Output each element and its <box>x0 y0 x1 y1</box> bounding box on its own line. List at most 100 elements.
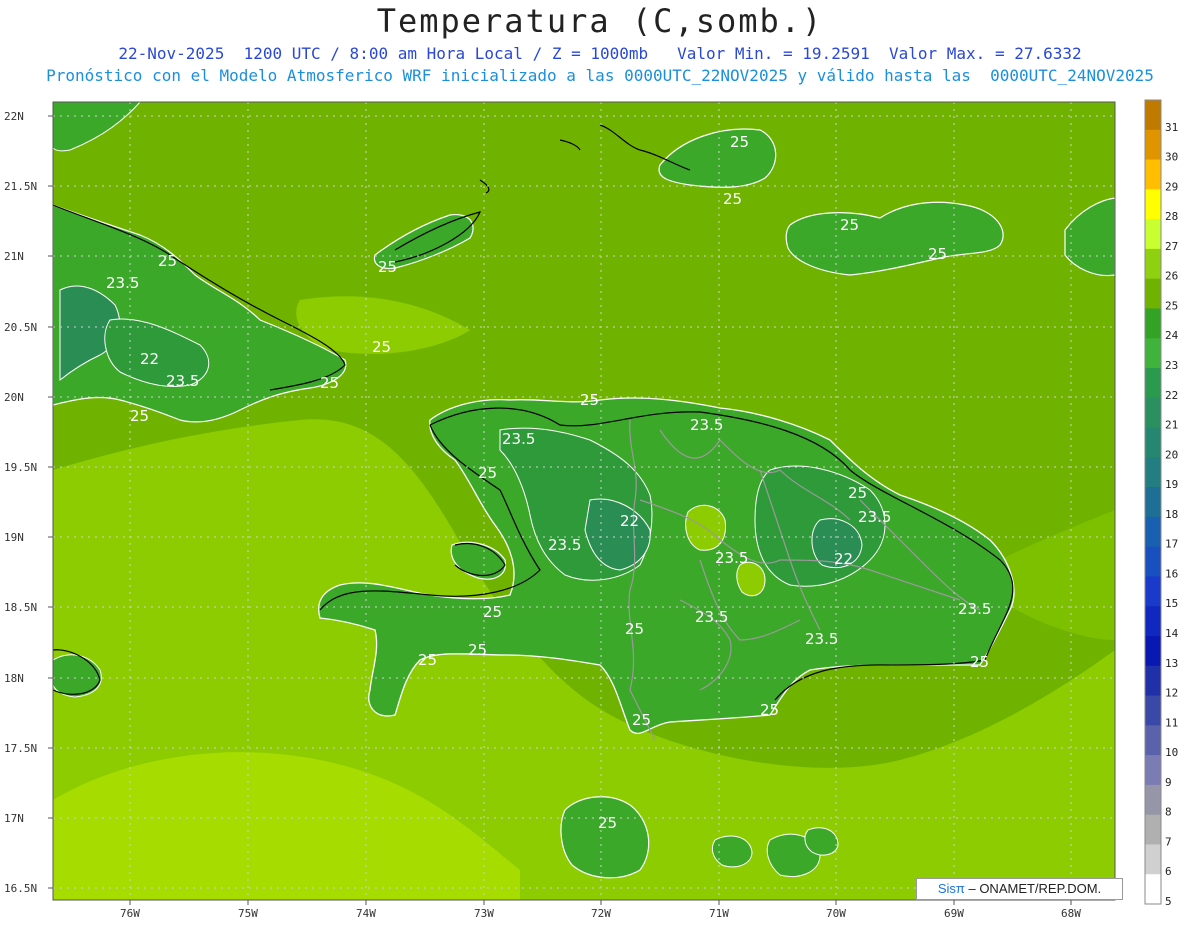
contour-label: 23.5 <box>695 608 728 626</box>
sispi-logo: Sisπ <box>937 881 965 896</box>
lon-tick-label: 72W <box>591 907 611 920</box>
contour-label: 25 <box>625 620 644 638</box>
contour-label: 25 <box>320 374 339 392</box>
lon-tick-marks <box>129 900 1072 905</box>
lat-tick-label: 19N <box>4 531 24 544</box>
contour-label: 25 <box>418 651 437 669</box>
colorbar-swatch <box>1145 397 1161 429</box>
colorbar: 31 30 29 28 27 26 25 24 23 22 21 20 19 18 17 16 15 14 13 12… <box>1144 99 1179 908</box>
colorbar-swatch <box>1145 368 1161 399</box>
contour-label: 25 <box>970 653 989 671</box>
colorbar-label: 26 <box>1165 270 1178 283</box>
lat-tick-label: 20.5N <box>4 321 37 334</box>
colorbar-label: 10 <box>1165 746 1178 759</box>
lon-tick-label: 68W <box>1061 907 1081 920</box>
contour-label: 23.5 <box>805 630 838 648</box>
colorbar-label: 6 <box>1165 865 1172 878</box>
colorbar-swatch <box>1145 606 1161 637</box>
lon-tick-label: 69W <box>944 907 964 920</box>
colorbar-label: 25 <box>1165 299 1178 312</box>
colorbar-label: 13 <box>1165 657 1178 670</box>
contour-label: 23.5 <box>958 600 991 618</box>
colorbar-label: 18 <box>1165 508 1178 521</box>
lat-tick-label: 18.5N <box>4 601 37 614</box>
lat-tick-label: 21N <box>4 250 24 263</box>
colorbar-label: 7 <box>1165 835 1172 848</box>
lat-tick-label: 17.5N <box>4 742 37 755</box>
credit-box: Sisπ – ONAMET/REP.DOM. <box>916 878 1123 900</box>
contour-label: 25 <box>158 252 177 270</box>
contour-label: 25 <box>478 464 497 482</box>
colorbar-label: 11 <box>1165 716 1178 729</box>
contour-label: 23.5 <box>106 274 139 292</box>
south-sea-patch-2 <box>711 835 753 868</box>
contour-label: 22 <box>620 512 639 530</box>
contour-label: 22 <box>834 550 853 568</box>
colorbar-swatch <box>1145 427 1161 458</box>
map-plot-area: 25 25 25 25 25 25 25 23.5 22 23.5 25 25 … <box>53 102 1115 900</box>
credit-text: – ONAMET/REP.DOM. <box>964 881 1102 896</box>
colorbar-swatch <box>1145 755 1161 786</box>
colorbar-label: 30 <box>1165 151 1178 164</box>
contour-label: 25 <box>760 701 779 719</box>
lon-tick-label: 74W <box>356 907 376 920</box>
contour-label: 22 <box>140 350 159 368</box>
colorbar-swatch <box>1145 100 1161 131</box>
colorbar-swatch <box>1145 457 1161 488</box>
colorbar-label: 8 <box>1165 806 1172 819</box>
contour-label: 25 <box>730 133 749 151</box>
lon-tick-label: 71W <box>709 907 729 920</box>
lat-tick-label: 21.5N <box>4 180 37 193</box>
colorbar-label: 27 <box>1165 240 1178 253</box>
colorbar-swatch <box>1145 695 1161 726</box>
colorbar-swatch <box>1145 219 1161 250</box>
colorbar-label: 29 <box>1165 180 1178 193</box>
contour-label: 25 <box>130 407 149 425</box>
colorbar-swatch <box>1145 725 1161 756</box>
colorbar-swatch <box>1145 338 1161 369</box>
contour-label: 25 <box>580 391 599 409</box>
lon-tick-label: 73W <box>474 907 494 920</box>
contour-label: 25 <box>928 245 947 263</box>
lat-tick-marks <box>48 115 53 889</box>
colorbar-swatch <box>1145 784 1161 816</box>
lat-tick-label: 19.5N <box>4 461 37 474</box>
colorbar-swatch <box>1145 576 1161 607</box>
colorbar-swatch <box>1145 844 1161 875</box>
colorbar-label: 19 <box>1165 478 1178 491</box>
temperature-map: 25 25 25 25 25 25 25 23.5 22 23.5 25 25 … <box>4 99 1179 920</box>
colorbar-swatch <box>1145 665 1161 697</box>
cordillera-warm-patch-2 <box>736 561 766 597</box>
contour-label: 25 <box>723 190 742 208</box>
colorbar-swatch <box>1145 159 1161 190</box>
colorbar-label: 24 <box>1165 329 1179 342</box>
colorbar-label: 5 <box>1165 895 1172 908</box>
colorbar-swatch <box>1145 636 1161 667</box>
colorbar-swatch <box>1145 487 1161 518</box>
lon-tick-label: 70W <box>826 907 846 920</box>
colorbar-swatch <box>1145 189 1161 220</box>
colorbar-label: 16 <box>1165 567 1178 580</box>
lat-tick-label: 17N <box>4 812 24 825</box>
contour-label: 25 <box>840 216 859 234</box>
colorbar-label: 17 <box>1165 538 1178 551</box>
colorbar-swatch <box>1145 129 1161 161</box>
contour-label: 25 <box>598 814 617 832</box>
colorbar-label: 20 <box>1165 448 1178 461</box>
colorbar-swatch <box>1145 546 1161 577</box>
contour-label: 25 <box>483 603 502 621</box>
colorbar-label: 14 <box>1165 627 1179 640</box>
colorbar-swatch <box>1145 516 1161 548</box>
contour-label: 23.5 <box>690 416 723 434</box>
colorbar-label: 31 <box>1165 121 1178 134</box>
longitude-axis: 76W 75W 74W 73W 72W 71W 70W 69W 68W <box>120 907 1081 920</box>
contour-label: 23.5 <box>715 549 748 567</box>
colorbar-swatch <box>1145 874 1161 905</box>
colorbar-label: 12 <box>1165 687 1178 700</box>
colorbar-label: 21 <box>1165 419 1178 432</box>
contour-label: 23.5 <box>858 508 891 526</box>
lat-tick-label: 16.5N <box>4 882 37 895</box>
colorbar-swatch <box>1145 814 1161 845</box>
contour-label: 23.5 <box>548 536 581 554</box>
contour-label: 23.5 <box>166 372 199 390</box>
